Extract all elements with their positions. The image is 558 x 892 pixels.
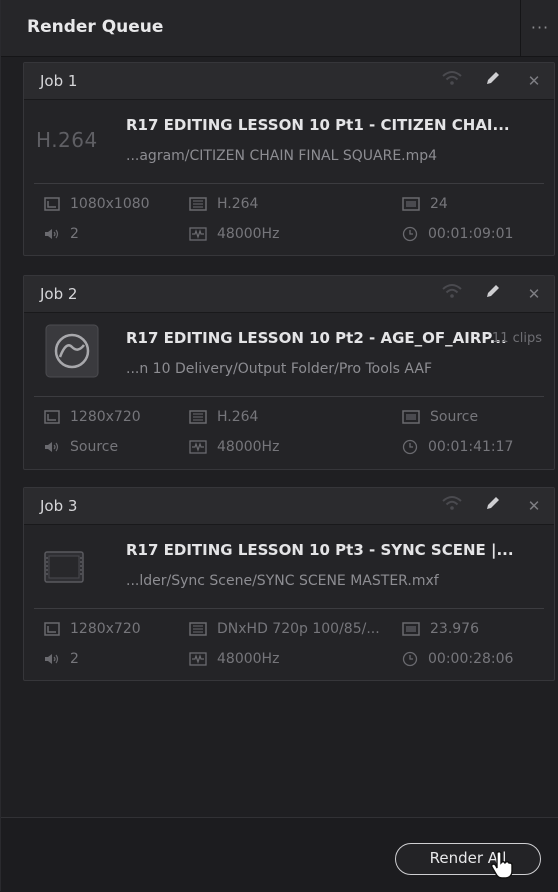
framerate-item: 23.976 bbox=[402, 619, 479, 639]
job-header: Job 2 ✕ bbox=[24, 276, 554, 313]
ellipsis-icon[interactable]: ··· bbox=[520, 0, 558, 56]
duration-value: 00:01:09:01 bbox=[428, 226, 514, 242]
clock-icon bbox=[402, 651, 418, 667]
remote-render-icon[interactable] bbox=[440, 282, 464, 306]
waveform-icon bbox=[189, 227, 207, 241]
job-card[interactable]: Job 3 ✕ R17 EDITING LESSON 10 Pt3 - SYNC… bbox=[23, 487, 555, 681]
resolution-item: 1280x720 bbox=[44, 619, 141, 639]
audio-item: Source bbox=[44, 437, 118, 457]
panel-header: Render Queue ··· bbox=[1, 0, 558, 57]
clip-count: 11 clips bbox=[491, 331, 542, 346]
edit-pencil-icon[interactable] bbox=[481, 494, 505, 518]
speaker-icon bbox=[45, 654, 59, 664]
codec-item: H.264 bbox=[189, 194, 258, 214]
resolution-icon bbox=[44, 410, 60, 424]
framerate-icon bbox=[402, 622, 420, 636]
job-name: Job 3 bbox=[40, 497, 78, 515]
resolution-icon bbox=[44, 622, 60, 636]
job-summary: R17 EDITING LESSON 10 Pt2 - AGE_OF_AIRP.… bbox=[24, 313, 554, 397]
framerate-value: 23.976 bbox=[430, 621, 479, 637]
close-icon[interactable]: ✕ bbox=[522, 494, 546, 518]
audio-item: 2 bbox=[44, 224, 79, 244]
render-all-button[interactable]: Render All bbox=[395, 843, 541, 875]
sample-rate-item: 48000Hz bbox=[189, 437, 279, 457]
sample-rate-item: 48000Hz bbox=[189, 224, 279, 244]
job-card[interactable]: Job 1 ✕ H.264 R17 EDITING LESSON 10 Pt1 … bbox=[23, 62, 555, 256]
pro-tools-thumbnail bbox=[36, 324, 116, 385]
codec-thumbnail: H.264 bbox=[36, 116, 116, 172]
job-title: R17 EDITING LESSON 10 Pt2 - AGE_OF_AIRP.… bbox=[126, 329, 507, 347]
framerate-item: 24 bbox=[402, 194, 448, 214]
job-title: R17 EDITING LESSON 10 Pt3 - SYNC SCENE |… bbox=[126, 541, 514, 559]
job-details: 1280x720 H.264 Source Source 48000Hz 00:… bbox=[24, 397, 554, 467]
audio-channels-value: 2 bbox=[70, 651, 79, 667]
close-icon[interactable]: ✕ bbox=[522, 69, 546, 93]
framerate-item: Source bbox=[402, 407, 478, 427]
waveform-icon bbox=[189, 652, 207, 666]
pro-tools-icon bbox=[45, 324, 99, 378]
codec-item: H.264 bbox=[189, 407, 258, 427]
sample-rate-value: 48000Hz bbox=[217, 439, 280, 455]
framerate-value: 24 bbox=[430, 196, 448, 212]
codec-item: DNxHD 720p 100/85/... bbox=[189, 619, 380, 639]
edit-pencil-icon[interactable] bbox=[481, 69, 505, 93]
job-name: Job 1 bbox=[40, 72, 78, 90]
duration-item: 00:00:28:06 bbox=[402, 649, 513, 669]
sample-rate-item: 48000Hz bbox=[189, 649, 279, 669]
hand-cursor-icon bbox=[490, 850, 513, 879]
job-title: R17 EDITING LESSON 10 Pt1 - CITIZEN CHAI… bbox=[126, 116, 510, 134]
resolution-value: 1280x720 bbox=[70, 409, 141, 425]
sample-rate-value: 48000Hz bbox=[217, 651, 280, 667]
duration-item: 00:01:09:01 bbox=[402, 224, 513, 244]
clock-icon bbox=[402, 226, 418, 242]
codec-icon bbox=[189, 410, 207, 424]
sample-rate-value: 48000Hz bbox=[217, 226, 280, 242]
job-header: Job 1 ✕ bbox=[24, 63, 554, 100]
edit-pencil-icon[interactable] bbox=[481, 282, 505, 306]
framerate-icon bbox=[402, 197, 420, 211]
film-thumbnail bbox=[36, 541, 116, 597]
job-name: Job 2 bbox=[40, 285, 78, 303]
job-path: ...lder/Sync Scene/SYNC SCENE MASTER.mxf bbox=[126, 573, 439, 589]
framerate-icon bbox=[402, 410, 420, 424]
job-summary: R17 EDITING LESSON 10 Pt3 - SYNC SCENE |… bbox=[24, 525, 554, 609]
clock-icon bbox=[402, 439, 418, 455]
duration-item: 00:01:41:17 bbox=[402, 437, 513, 457]
duration-value: 00:01:41:17 bbox=[428, 439, 514, 455]
audio-channels-value: Source bbox=[70, 439, 119, 455]
job-header: Job 3 ✕ bbox=[24, 488, 554, 525]
remote-render-icon[interactable] bbox=[440, 69, 464, 93]
speaker-icon bbox=[45, 229, 59, 239]
resolution-value: 1080x1080 bbox=[70, 196, 150, 212]
resolution-item: 1080x1080 bbox=[44, 194, 150, 214]
codec-icon bbox=[189, 197, 207, 211]
resolution-value: 1280x720 bbox=[70, 621, 141, 637]
job-path: ...n 10 Delivery/Output Folder/Pro Tools… bbox=[126, 361, 433, 377]
codec-text-icon: H.264 bbox=[36, 128, 98, 152]
remote-render-icon[interactable] bbox=[440, 494, 464, 518]
job-card[interactable]: Job 2 ✕ R17 EDITING LESSON 10 Pt2 - AGE_… bbox=[23, 275, 555, 470]
codec-value: DNxHD 720p 100/85/... bbox=[217, 621, 380, 637]
duration-value: 00:00:28:06 bbox=[428, 651, 514, 667]
resolution-icon bbox=[44, 197, 60, 211]
film-frame-icon bbox=[44, 551, 84, 583]
job-path: ...agram/CITIZEN CHAIN FINAL SQUARE.mp4 bbox=[126, 148, 438, 164]
speaker-icon bbox=[45, 442, 59, 452]
job-details: 1280x720 DNxHD 720p 100/85/... 23.976 2 … bbox=[24, 609, 554, 679]
job-details: 1080x1080 H.264 24 2 48000Hz 00:01:09:01 bbox=[24, 184, 554, 254]
resolution-item: 1280x720 bbox=[44, 407, 141, 427]
audio-item: 2 bbox=[44, 649, 79, 669]
job-summary: H.264 R17 EDITING LESSON 10 Pt1 - CITIZE… bbox=[24, 100, 554, 184]
framerate-value: Source bbox=[430, 409, 479, 425]
codec-value: H.264 bbox=[217, 409, 259, 425]
panel-title: Render Queue bbox=[27, 17, 164, 37]
codec-icon bbox=[189, 622, 207, 636]
close-icon[interactable]: ✕ bbox=[522, 282, 546, 306]
waveform-icon bbox=[189, 440, 207, 454]
render-queue-panel: Render Queue ··· Job 1 ✕ H.264 R17 EDITI… bbox=[0, 0, 558, 892]
codec-value: H.264 bbox=[217, 196, 259, 212]
audio-channels-value: 2 bbox=[70, 226, 79, 242]
